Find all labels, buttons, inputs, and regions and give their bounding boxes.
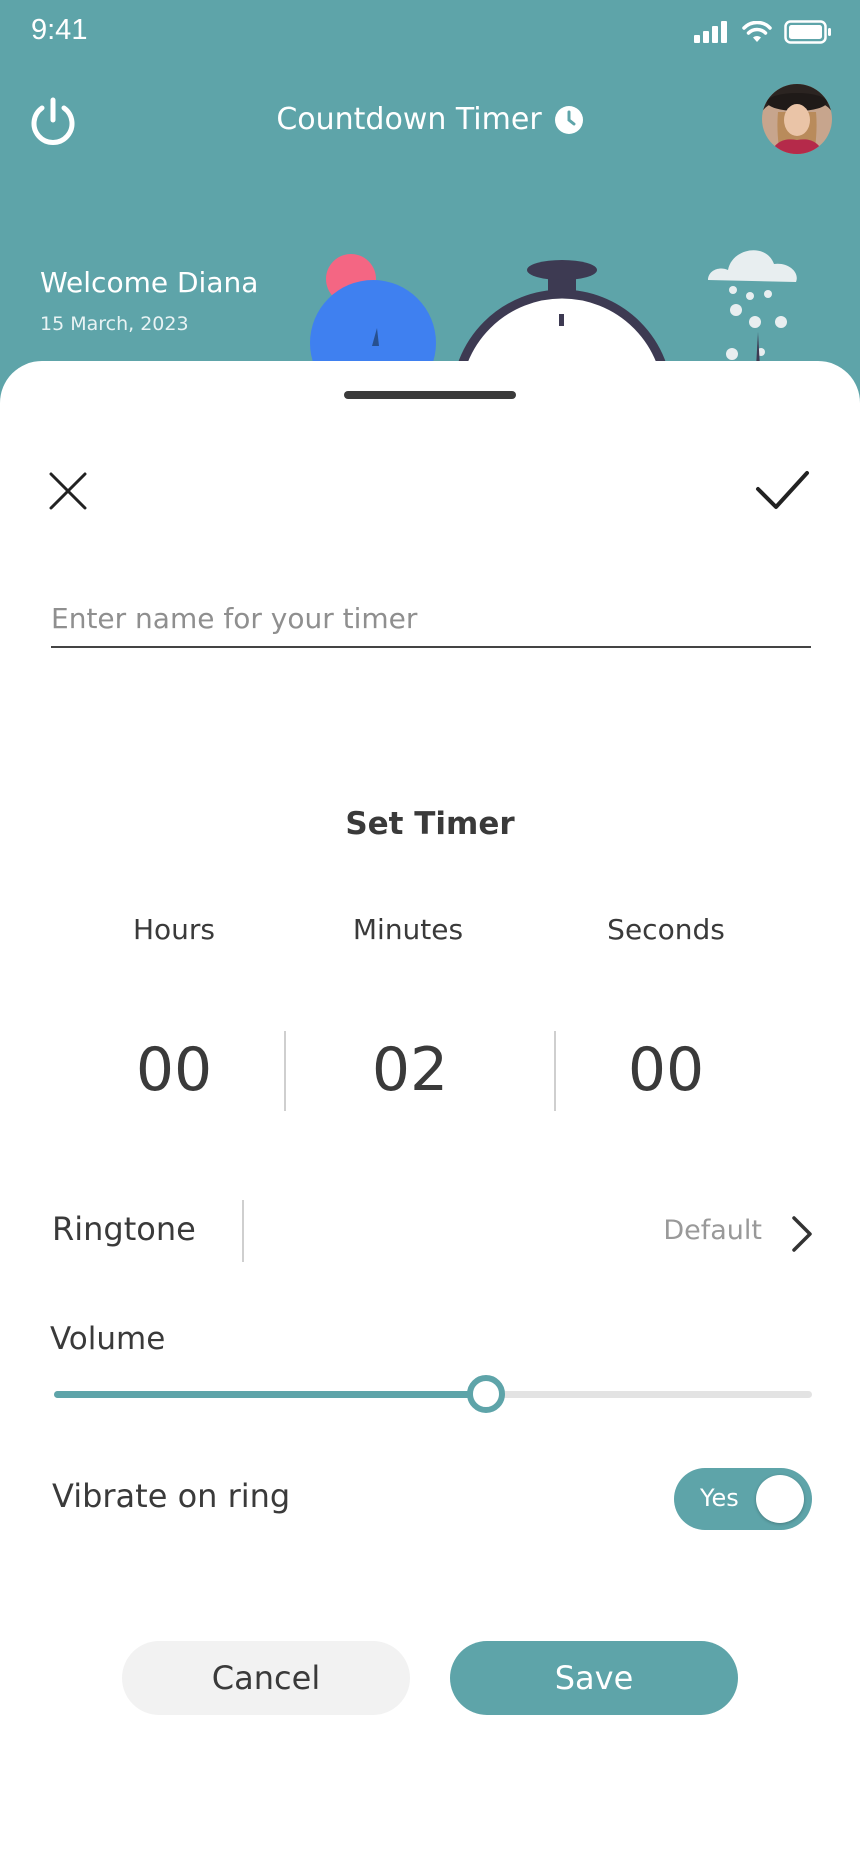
check-icon bbox=[756, 471, 809, 509]
set-timer-heading: Set Timer bbox=[345, 806, 515, 842]
volume-label: Volume bbox=[50, 1321, 166, 1357]
ringtone-divider bbox=[242, 1200, 244, 1262]
seconds-value[interactable]: 00 bbox=[556, 1035, 776, 1105]
signal-icon bbox=[694, 21, 727, 43]
wifi-icon bbox=[742, 21, 772, 42]
blue-bubble bbox=[310, 280, 436, 368]
status-time: 9:41 bbox=[31, 14, 88, 46]
vibrate-toggle[interactable]: Yes bbox=[674, 1468, 812, 1530]
clock-icon bbox=[554, 105, 583, 134]
stopwatch-body bbox=[456, 289, 668, 368]
ringtone-value: Default bbox=[663, 1215, 762, 1246]
minutes-value[interactable]: 02 bbox=[300, 1035, 520, 1105]
toggle-state-text: Yes bbox=[700, 1484, 739, 1512]
page-title: Countdown Timer bbox=[276, 102, 542, 137]
divider-hours-minutes bbox=[284, 1031, 286, 1111]
hours-label: Hours bbox=[132, 913, 216, 946]
user-avatar-image bbox=[762, 84, 832, 154]
status-icons bbox=[694, 20, 832, 44]
save-button[interactable]: Save bbox=[450, 1641, 738, 1715]
ringtone-chevron[interactable] bbox=[790, 1214, 814, 1254]
timer-name-input[interactable] bbox=[51, 590, 811, 648]
hours-value[interactable]: 00 bbox=[64, 1035, 284, 1105]
header-title: Countdown Timer bbox=[0, 102, 860, 137]
minutes-label: Minutes bbox=[352, 913, 464, 946]
volume-slider-fill bbox=[54, 1391, 487, 1398]
avatar[interactable] bbox=[762, 84, 832, 154]
cancel-button[interactable]: Cancel bbox=[122, 1641, 410, 1715]
battery-icon bbox=[784, 20, 831, 44]
date-text: 15 March, 2023 bbox=[40, 313, 189, 335]
close-button[interactable] bbox=[44, 467, 92, 515]
sheet-handle[interactable] bbox=[344, 391, 516, 399]
cloud-shape bbox=[708, 250, 797, 282]
confirm-button[interactable] bbox=[752, 464, 812, 514]
ringtone-label: Ringtone bbox=[52, 1210, 196, 1248]
close-icon bbox=[49, 472, 87, 510]
seconds-label: Seconds bbox=[607, 913, 725, 946]
vibrate-label: Vibrate on ring bbox=[52, 1477, 291, 1515]
volume-slider-thumb[interactable] bbox=[467, 1375, 506, 1413]
toggle-knob bbox=[756, 1475, 804, 1523]
timer-sheet bbox=[0, 361, 860, 1864]
welcome-text: Welcome Diana bbox=[40, 266, 259, 299]
stopwatch-illustration bbox=[310, 250, 797, 368]
chevron-right-icon bbox=[792, 1216, 812, 1252]
